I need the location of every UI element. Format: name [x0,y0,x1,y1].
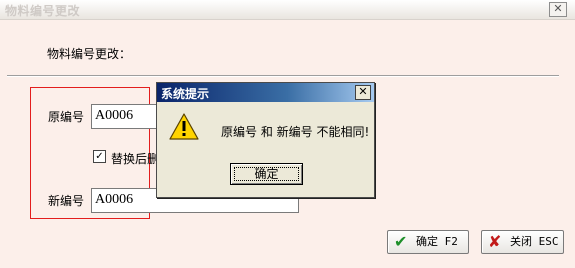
close-icon: ✕ [358,85,368,98]
divider [7,75,559,77]
close-button-label: 关闭 ESC [510,235,559,248]
confirm-button[interactable]: ✔ 确定 F2 [387,230,469,254]
replace-checkbox[interactable]: ✓ [93,150,106,163]
warning-icon [169,113,199,140]
dialog-close-button[interactable]: ✕ [355,85,371,100]
new-code-value: A0006 [95,192,134,207]
cross-icon: ✘ [488,232,502,251]
focus-ring [234,167,299,181]
window-close-button[interactable]: ✕ [549,2,567,17]
window-title: 物料编号更改 [5,4,81,18]
new-code-label: 新编号 [48,194,85,208]
close-button[interactable]: ✘ 关闭 ESC [481,230,564,254]
old-code-label: 原编号 [48,110,85,124]
dialog-ok-button[interactable]: 确定 [230,163,303,185]
dialog-title: 系统提示 [161,87,210,101]
confirm-button-label: 确定 F2 [416,235,458,248]
dialog-message: 原编号 和 新编号 不能相同! [221,125,370,139]
dialog-title-bar: 系统提示 ✕ [157,83,374,102]
section-label: 物料编号更改： [47,47,132,61]
checkmark-icon: ✔ [394,232,408,251]
system-prompt-dialog: 系统提示 ✕ 原编号 和 新编号 不能相同! 确定 [156,82,375,198]
replace-checkbox-label: 替换后删 [111,152,160,166]
window-title-bar: 物料编号更改 ✕ [0,0,575,20]
old-code-value: A0006 [95,108,134,123]
close-icon: ✕ [553,2,563,15]
check-mark-icon: ✓ [95,151,104,162]
